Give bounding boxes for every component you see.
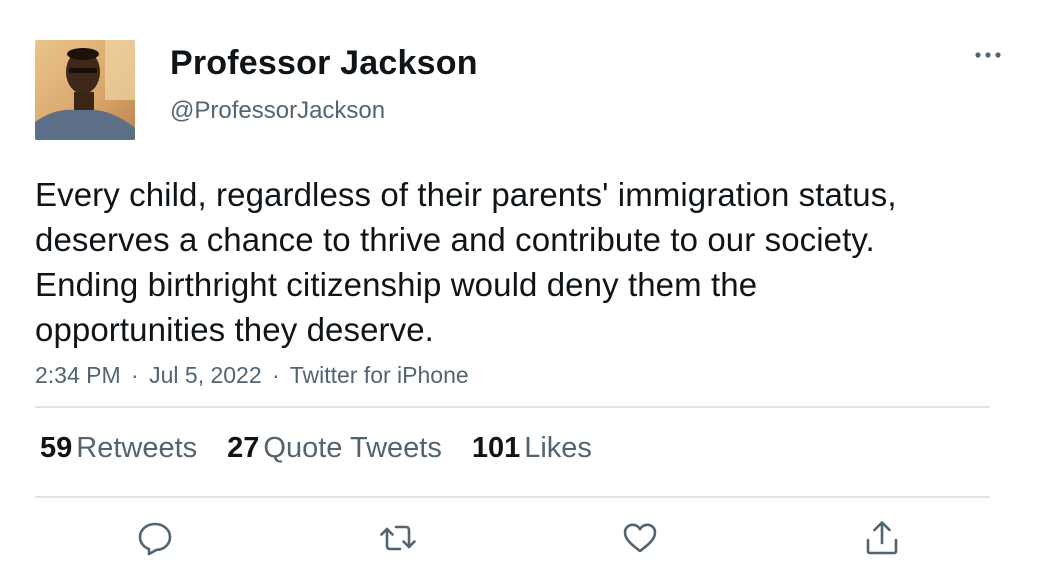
- reply-icon: [138, 522, 172, 556]
- tweet-text: Every child, regardless of their parents…: [35, 176, 897, 348]
- like-button[interactable]: [620, 518, 660, 558]
- tweet-card: Professor Jackson @ProfessorJackson Ever…: [0, 0, 1050, 570]
- quote-tweets-label: Quote Tweets: [263, 432, 442, 464]
- reply-button[interactable]: [135, 518, 175, 558]
- divider: [35, 496, 990, 498]
- quote-tweets-count: 27: [227, 432, 260, 464]
- likes-count: 101: [471, 432, 521, 464]
- more-options-button[interactable]: [968, 40, 1008, 70]
- likes-label: Likes: [524, 432, 592, 464]
- tweet-meta: 2:34 PM · Jul 5, 2022 · Twitter for iPho…: [35, 362, 469, 389]
- avatar-photo: [35, 40, 135, 140]
- share-icon: [866, 521, 898, 555]
- tweet-source: Twitter for iPhone: [289, 362, 469, 388]
- avatar[interactable]: [35, 40, 135, 140]
- meta-separator: ·: [272, 362, 280, 388]
- author-handle[interactable]: @ProfessorJackson: [170, 97, 385, 125]
- tweet-date[interactable]: Jul 5, 2022: [149, 362, 262, 388]
- meta-separator: ·: [131, 362, 139, 388]
- retweet-button[interactable]: [378, 518, 418, 558]
- tweet-time[interactable]: 2:34 PM: [35, 362, 121, 388]
- author-display-name[interactable]: Professor Jackson: [170, 44, 478, 83]
- more-icon: [975, 52, 1001, 58]
- retweet-icon: [380, 525, 416, 551]
- likes-stat[interactable]: 101 Likes: [472, 432, 592, 465]
- share-button[interactable]: [862, 518, 902, 558]
- action-bar: [0, 518, 1050, 562]
- like-icon: [623, 523, 657, 553]
- retweets-count: 59: [40, 432, 73, 464]
- quote-tweets-stat[interactable]: 27 Quote Tweets: [227, 432, 442, 465]
- retweets-stat[interactable]: 59 Retweets: [40, 432, 197, 465]
- retweets-label: Retweets: [76, 432, 198, 464]
- engagement-stats: 59 Retweets 27 Quote Tweets 101 Likes: [40, 432, 592, 465]
- divider: [35, 406, 990, 408]
